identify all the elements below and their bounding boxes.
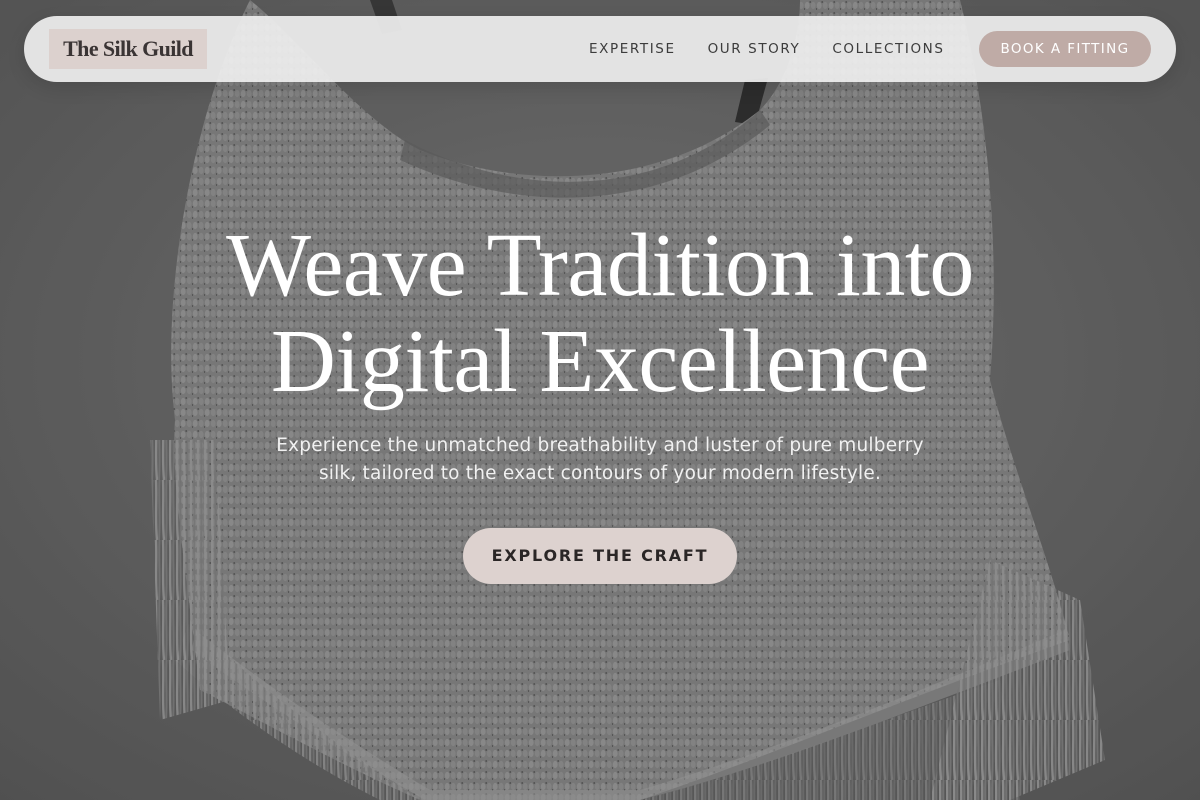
hero-section: The Silk Guild EXPERTISE OUR STORY COLLE… xyxy=(0,0,1200,800)
hero-headline-line-1: Weave Tradition into xyxy=(226,216,974,315)
hero-headline-line-2: Digital Excellence xyxy=(270,312,930,411)
nav-links: EXPERTISE OUR STORY COLLECTIONS xyxy=(589,16,977,82)
nav-link-our-story[interactable]: OUR STORY xyxy=(708,41,801,57)
hero-headline: Weave Tradition into Digital Excellence xyxy=(100,218,1100,410)
top-navigation-bar: The Silk Guild EXPERTISE OUR STORY COLLE… xyxy=(24,16,1176,82)
nav-link-expertise[interactable]: EXPERTISE xyxy=(589,41,676,57)
brand-logo[interactable]: The Silk Guild xyxy=(49,29,207,69)
nav-link-collections[interactable]: COLLECTIONS xyxy=(832,41,944,57)
hero-subtext: Experience the unmatched breathability a… xyxy=(200,432,1000,488)
explore-craft-button[interactable]: EXPLORE THE CRAFT xyxy=(463,528,737,584)
hero-subtext-line-2: silk, tailored to the exact contours of … xyxy=(318,463,882,484)
hero-subtext-line-1: Experience the unmatched breathability a… xyxy=(276,435,924,456)
book-fitting-button[interactable]: BOOK A FITTING xyxy=(979,31,1151,67)
